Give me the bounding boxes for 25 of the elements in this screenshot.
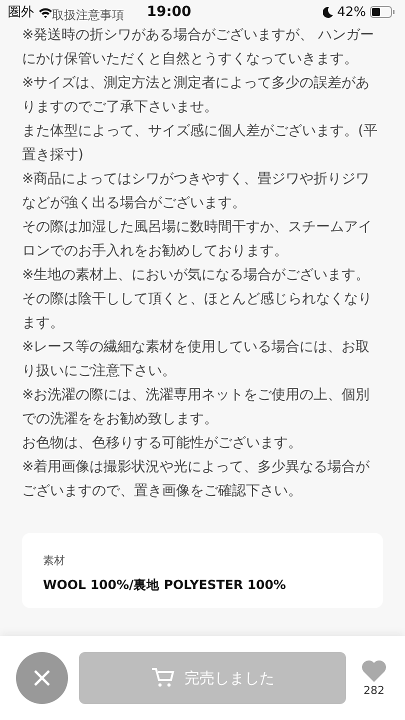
wifi-icon — [38, 6, 53, 18]
notice-paragraph: ※生地の素材上、においが気になる場合がございます。 — [22, 266, 371, 285]
notice-paragraph: ※商品によってはシワがつきやすく、畳ジワや折りジワなどが強く出る場合がございます。 — [22, 170, 371, 213]
close-icon — [33, 669, 51, 687]
close-button[interactable] — [16, 652, 68, 704]
notice-paragraph: また体型によって、サイズ感に個人差がございます。(平置き採寸) — [22, 122, 378, 165]
battery-icon — [370, 6, 396, 18]
notice-paragraph: ※着用画像は撮影状況や光によって、多少異なる場合がございますので、置き画像をご確認下さい。 — [22, 458, 371, 501]
notice-paragraph: その際は加湿した風呂場に数時間干すか、スチームアイロンでのお手入れをお勧めしております。 — [22, 218, 373, 261]
notice-paragraph: ※発送時の折シワがある場合がございますが、 ハンガーにかけ保管いただくと自然とうすくなっていきます。 — [22, 26, 376, 69]
material-label: 素材 — [43, 553, 66, 568]
favorite-count: 282 — [364, 684, 384, 696]
notice-paragraph: お色物は、色移りする可能性がございます。 — [22, 434, 303, 453]
notice-paragraph: ※サイズは、測定方法と測定者によって多少の誤差がありますのでご了承下さいませ。 — [22, 74, 371, 117]
moon-icon — [323, 6, 334, 18]
carrier-text: 圏外 — [8, 4, 34, 21]
heart-icon[interactable] — [361, 660, 387, 682]
material-value: WOOL 100%/裏地 POLYESTER 100% — [43, 577, 287, 594]
notice-paragraph: その際は陰干しして頂くと、ほとんど感じられなくなります。 — [22, 290, 373, 333]
cart-icon — [150, 667, 174, 689]
notice-paragraph: ※レース等の繊細な素材を使用している場合には、お取り扱いにご注意下さい。 — [22, 338, 371, 381]
clock-text: 19:00 — [146, 4, 192, 20]
battery-text: 42% — [337, 4, 366, 20]
section-heading: 取扱注意事項 — [52, 8, 124, 22]
notice-paragraph: ※お洗濯の際には、洗濯専用ネットをご使用の上、個別での洗濯ををお勧め致します。 — [22, 386, 371, 429]
